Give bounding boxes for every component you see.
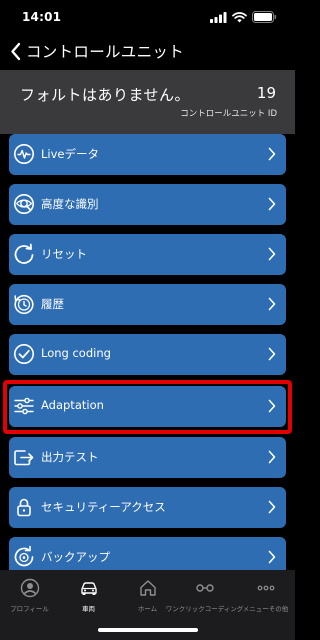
more-icon	[257, 585, 274, 591]
home-icon	[139, 580, 156, 596]
menu-item-reset[interactable]: リセット	[9, 234, 286, 275]
tab-label: ホーム	[137, 605, 158, 613]
tab-profile[interactable]: プロフィール	[0, 578, 59, 618]
chevron-left-icon	[10, 42, 20, 60]
chevron-right-icon	[268, 347, 276, 361]
output-test-icon	[14, 450, 34, 466]
tab-label: ワンクリックコーディング	[165, 605, 244, 613]
tab-label: 車両	[82, 605, 95, 613]
chevron-right-icon	[268, 550, 276, 564]
chevron-right-icon	[268, 197, 276, 211]
menu-item-live-data[interactable]: Liveデータ	[9, 134, 286, 175]
fault-status-text: フォルトはありません。	[20, 86, 191, 104]
control-unit-count: 19	[256, 84, 276, 102]
menu-list: Liveデータ 高度な識別 リセット 履歴 Long coding Adapta…	[0, 134, 295, 570]
fault-summary: フォルトはありません。 19 コントロールユニット ID	[0, 70, 295, 134]
chevron-right-icon	[268, 247, 276, 261]
menu-item-label: 履歴	[41, 297, 64, 311]
battery-icon	[252, 11, 277, 23]
chevron-right-icon	[268, 399, 276, 413]
check-circle-icon	[14, 344, 34, 364]
one-click-coding-icon	[195, 584, 214, 592]
menu-item-label: Long coding	[41, 346, 111, 360]
menu-item-label: 出力テスト	[41, 450, 99, 464]
pulse-icon	[14, 144, 34, 164]
menu-item-advanced-identification[interactable]: 高度な識別	[9, 184, 286, 225]
menu-item-history[interactable]: 履歴	[9, 284, 286, 325]
tab-one-click-coding[interactable]: ワンクリックコーディング	[166, 578, 243, 618]
home-indicator	[98, 628, 198, 632]
tab-label: プロフィール	[10, 605, 49, 613]
menu-item-backup[interactable]: バックアップ	[9, 537, 286, 570]
status-icons	[210, 11, 277, 23]
profile-icon	[20, 578, 39, 598]
sliders-icon	[14, 397, 34, 415]
lock-icon	[17, 498, 31, 517]
car-icon	[80, 582, 97, 595]
chevron-right-icon	[268, 500, 276, 514]
chevron-right-icon	[268, 297, 276, 311]
menu-item-label: 高度な識別	[41, 197, 99, 211]
cellular-signal-icon	[210, 11, 227, 23]
menu-item-label: セキュリティーアクセス	[41, 500, 166, 514]
status-time: 14:01	[22, 10, 62, 24]
menu-item-label: Adaptation	[41, 398, 104, 412]
menu-item-label: Liveデータ	[41, 147, 99, 161]
menu-item-label: リセット	[41, 247, 87, 261]
menu-item-label: バックアップ	[41, 550, 110, 564]
chevron-right-icon	[268, 450, 276, 464]
identification-icon	[14, 194, 34, 214]
menu-item-output-test[interactable]: 出力テスト	[9, 437, 286, 478]
nav-bar: コントロールユニット	[0, 34, 295, 68]
chevron-right-icon	[268, 147, 276, 161]
status-bar: 14:01	[0, 0, 295, 34]
menu-item-adaptation[interactable]: Adaptation	[9, 386, 286, 427]
tab-label: メニューその他	[242, 605, 289, 613]
page-title: コントロールユニット	[26, 43, 185, 61]
menu-item-security-access[interactable]: セキュリティーアクセス	[9, 487, 286, 528]
backup-icon	[14, 545, 34, 567]
wifi-icon	[232, 11, 247, 22]
back-button[interactable]	[6, 40, 24, 62]
reset-icon	[14, 243, 34, 264]
menu-item-long-coding[interactable]: Long coding	[9, 334, 286, 375]
history-icon	[14, 294, 34, 315]
tab-vehicle[interactable]: 車両	[59, 578, 118, 618]
control-unit-id-label: コントロールユニット ID	[180, 109, 277, 119]
tab-more[interactable]: メニューその他	[236, 578, 295, 618]
